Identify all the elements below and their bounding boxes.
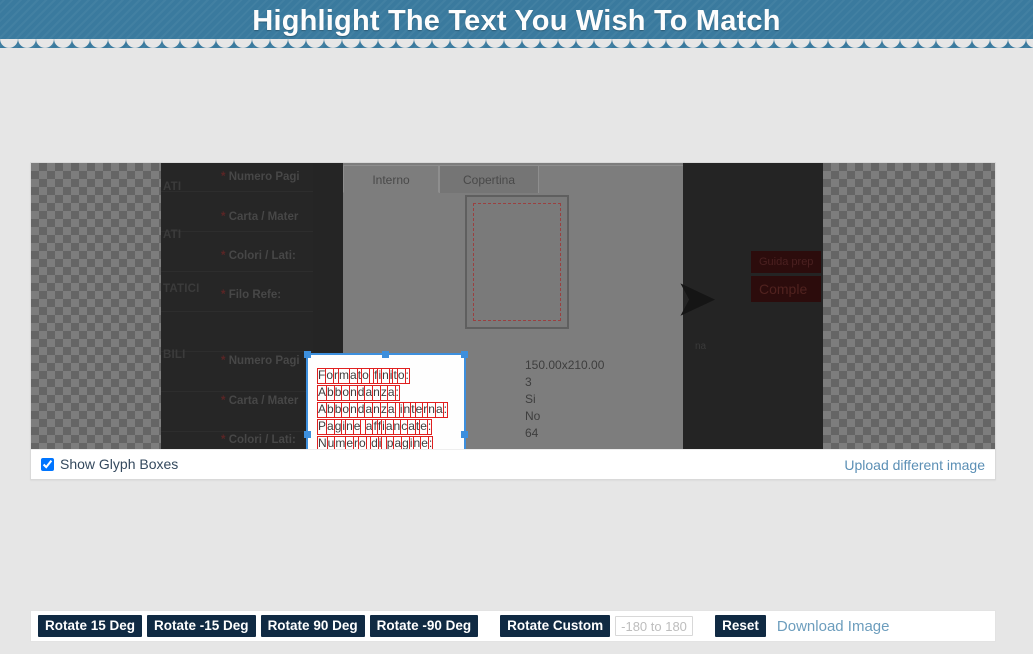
rotate-minus-15-button[interactable]: Rotate -15 Deg xyxy=(147,615,256,637)
embedded-heading-1: ATI xyxy=(163,181,182,193)
image-canvas[interactable]: ATI ATI TATICI BILI S * Numero Pagi * Ca… xyxy=(31,163,995,449)
page-title: Highlight The Text You Wish To Match xyxy=(252,5,781,37)
glyph-box: : xyxy=(427,436,434,449)
text-selection-region[interactable]: Formato finito: Abbondanza: Abbondanza i… xyxy=(304,351,468,449)
glyph-box: : xyxy=(404,368,410,384)
embedded-heading-2: ATI xyxy=(163,229,182,241)
reset-button[interactable]: Reset xyxy=(715,615,766,637)
rotate-minus-90-button[interactable]: Rotate -90 Deg xyxy=(369,615,479,637)
canvas-footer: Show Glyph Boxes Upload different image xyxy=(31,449,995,479)
glyph-line: Pagine affiancate: xyxy=(317,418,479,435)
glyph-line: Abbondanza: xyxy=(317,384,479,401)
spec-values-column: 150.00x210.00 3 Si No 64 156.00x216.00 6… xyxy=(525,357,683,449)
spec-value: Si xyxy=(525,392,536,406)
embedded-tabs: Interno Copertina xyxy=(343,163,683,193)
glyph-box: : xyxy=(442,402,448,418)
rotate-15-button[interactable]: Rotate 15 Deg xyxy=(38,615,143,637)
cta-guide-button[interactable]: Guida prep xyxy=(751,251,822,273)
image-editor-panel: ATI ATI TATICI BILI S * Numero Pagi * Ca… xyxy=(30,162,996,480)
rotate-custom-button[interactable]: Rotate Custom xyxy=(500,615,611,637)
scalloped-edge xyxy=(0,37,1033,51)
glyph-line: Abbondanza interna: xyxy=(317,401,479,418)
bleed-dashed-border xyxy=(473,203,561,321)
tab-empty xyxy=(539,165,683,193)
cta-complete-button[interactable]: Comple xyxy=(751,276,822,302)
embedded-field-label: Carta / Mater xyxy=(228,211,299,223)
embedded-field-label: Carta / Mater xyxy=(228,395,299,407)
show-glyph-boxes-row[interactable]: Show Glyph Boxes xyxy=(41,456,178,472)
spec-value: 3 xyxy=(525,375,532,389)
rotate-90-button[interactable]: Rotate 90 Deg xyxy=(260,615,365,637)
embedded-right-column: ➤ na Guida prep Comple xyxy=(677,163,823,449)
spec-value: 64 xyxy=(525,426,539,440)
upload-different-image-link[interactable]: Upload different image xyxy=(844,457,985,473)
brand-logo-icon: ➤ xyxy=(677,272,716,324)
embedded-field-label: Numero Pagi xyxy=(228,171,300,183)
embedded-field-label: Filo Refe: xyxy=(228,289,282,301)
resize-handle-ne[interactable] xyxy=(461,351,468,358)
embedded-field-label: Colori / Lati: xyxy=(228,250,296,262)
embedded-field-label: Numero Pagi xyxy=(228,355,300,367)
show-glyph-boxes-checkbox[interactable] xyxy=(41,457,54,471)
download-image-link[interactable]: Download Image xyxy=(777,618,890,635)
embedded-cta-group: Guida prep Comple xyxy=(751,251,822,302)
embedded-field-label: Colori / Lati: xyxy=(228,434,296,446)
rotate-toolbar: Rotate 15 Deg Rotate -15 Deg Rotate 90 D… xyxy=(30,610,996,642)
spec-value: No xyxy=(525,409,541,423)
page-preview-thumbnail xyxy=(465,195,569,329)
glyph-line: Numero di pagine: xyxy=(317,435,479,449)
spec-value: 150.00x210.00 xyxy=(525,358,605,372)
tab-interno[interactable]: Interno xyxy=(343,165,439,193)
custom-angle-input[interactable] xyxy=(615,616,694,636)
spec-spacer xyxy=(525,442,683,449)
glyph-box: : xyxy=(426,419,433,435)
embedded-heading-4: BILI xyxy=(163,349,186,361)
selected-glyph-text: Formato finito: Abbondanza: Abbondanza i… xyxy=(317,367,479,449)
embedded-heading-3: TATICI xyxy=(163,283,200,295)
resize-handle-w[interactable] xyxy=(304,430,311,438)
glyph-line: Formato finito: xyxy=(317,367,479,384)
resize-handle-n[interactable] xyxy=(382,351,389,358)
tab-copertina[interactable]: Copertina xyxy=(439,165,539,193)
page-header: Highlight The Text You Wish To Match xyxy=(0,0,1033,51)
resize-handle-e[interactable] xyxy=(461,430,468,438)
resize-handle-nw[interactable] xyxy=(304,351,311,358)
brand-caption: na xyxy=(695,341,707,352)
show-glyph-boxes-label[interactable]: Show Glyph Boxes xyxy=(60,456,178,472)
glyph-box: : xyxy=(394,385,400,401)
